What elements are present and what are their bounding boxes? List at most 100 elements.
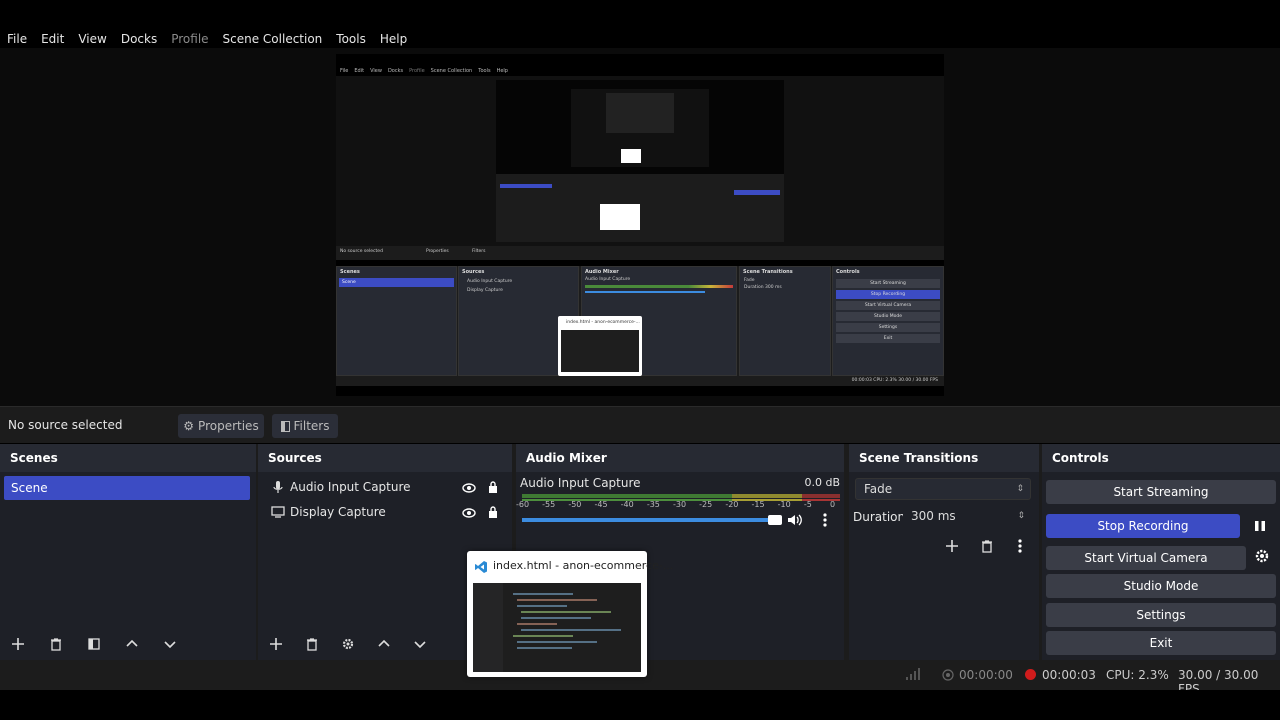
nested-menubar: File Edit View Docks Profile Scene Colle… [336, 68, 944, 76]
mixer-tick-label: -15 [751, 500, 765, 509]
updown-icon: ⇕ [1016, 484, 1024, 494]
nested-exit: Exit [836, 334, 940, 343]
preview-canvas[interactable]: File Edit View Docks Profile Scene Colle… [336, 54, 944, 396]
source-label: Display Capture [290, 505, 386, 519]
start-virtual-camera-button[interactable]: Start Virtual Camera [1046, 546, 1246, 570]
mixer-level: 0.0 dB [804, 476, 840, 489]
duration-field[interactable]: 300 ms ⇕ [903, 506, 1031, 528]
chevron-up-icon[interactable] [374, 634, 394, 654]
nested-transitions-dock: Scene Transitions Fade Duration 300 ms [739, 266, 831, 376]
chevron-down-icon[interactable] [160, 634, 180, 654]
scene-transitions-body: Fade ⇕ Duration 300 ms ⇕ [849, 472, 1039, 660]
filters-label: Filters [293, 419, 330, 433]
nested-scenes-dock: Scenes Scene [336, 266, 457, 376]
thumb-sidebar [473, 583, 503, 672]
nested-inner-scene [500, 184, 552, 188]
mixer-tick-label: -50 [568, 500, 582, 509]
kebab-menu-icon[interactable] [822, 512, 828, 532]
source-item[interactable]: Audio Input Capture [268, 476, 411, 498]
menu-file[interactable]: File [0, 31, 34, 48]
add-icon[interactable] [8, 634, 28, 654]
scenes-list: Scene [0, 472, 256, 660]
eye-icon[interactable] [462, 503, 476, 522]
nested-mixer-meter [585, 285, 733, 288]
pause-recording-button[interactable] [1250, 514, 1270, 538]
menu-view[interactable]: View [71, 31, 113, 48]
nested-no-source: No source selected [340, 249, 383, 254]
settings-button[interactable]: Settings [1046, 603, 1276, 627]
nested-mixer-slider [585, 291, 705, 293]
monitor-icon [268, 506, 288, 518]
volume-slider[interactable] [522, 518, 782, 522]
chevron-up-icon[interactable] [122, 634, 142, 654]
duration-label: Duration [853, 510, 906, 524]
menu-tools[interactable]: Tools [329, 31, 373, 48]
trash-icon[interactable] [46, 634, 66, 654]
virtual-camera-settings-gear-icon[interactable] [1254, 548, 1270, 568]
nested-inner2-thumb [621, 149, 641, 163]
mixer-tick-label: -25 [699, 500, 713, 509]
studio-mode-button[interactable]: Studio Mode [1046, 574, 1276, 598]
nested-fade: Fade [744, 278, 755, 283]
menu-help[interactable]: Help [373, 31, 414, 48]
filter-icon[interactable] [84, 634, 104, 654]
nested-menu-edit: Edit [354, 68, 365, 74]
scene-transitions-title: Scene Transitions [859, 451, 979, 465]
nested-inner-stop [734, 190, 780, 195]
nested-statusbar: 00:00:03 CPU: 2.3% 30.00 / 30.00 FPS [336, 376, 944, 386]
stop-recording-button[interactable]: Stop Recording [1046, 514, 1240, 538]
kebab-menu-icon[interactable] [1017, 538, 1023, 558]
scene-item[interactable]: Scene [4, 476, 250, 500]
duration-value: 300 ms [911, 509, 956, 523]
source-item[interactable]: Display Capture [268, 501, 386, 523]
trash-icon[interactable] [302, 634, 322, 654]
mixer-ticks: -60 -55 -50 -45 -40 -35 -30 -25 -20 -15 -10 -5 0 [516, 500, 842, 512]
nested-taskbar-thumb: index.html - anon-ecommerce-... [558, 316, 642, 376]
nested-menu-profile: Profile [409, 68, 425, 74]
add-icon[interactable] [266, 634, 286, 654]
mixer-tick-label: -35 [646, 500, 660, 509]
menu-profile[interactable]: Profile [164, 31, 215, 48]
nested-inner-thumb [600, 204, 640, 230]
nested-duration-value: 300 ms [764, 285, 782, 290]
eye-icon[interactable] [462, 478, 476, 497]
mixer-tick-label: 0 [830, 500, 836, 509]
menu-docks[interactable]: Docks [114, 31, 164, 48]
source-1-actions [462, 476, 498, 498]
scenes-title: Scenes [10, 451, 58, 465]
properties-button[interactable]: ⚙ Properties [178, 414, 264, 438]
mixer-tick-label: -45 [594, 500, 608, 509]
nested-source-toolbar: No source selected Properties Filters [336, 246, 944, 260]
nested-stop-recording: Stop Recording [836, 290, 940, 299]
gear-icon[interactable] [338, 634, 358, 654]
nested-thumb-title: index.html - anon-ecommerce-... [566, 320, 640, 325]
audio-mixer-title: Audio Mixer [526, 451, 607, 465]
start-streaming-button[interactable]: Start Streaming [1046, 480, 1276, 504]
lock-icon[interactable] [488, 503, 498, 522]
lock-icon[interactable] [488, 478, 498, 497]
no-source-label: No source selected [8, 418, 123, 432]
add-icon[interactable] [945, 538, 959, 557]
chevron-down-icon[interactable] [410, 634, 430, 654]
mixer-tick-label: -55 [542, 500, 556, 509]
source-toolbar: No source selected ⚙ Properties Filters [0, 406, 1280, 443]
menu-edit[interactable]: Edit [34, 31, 71, 48]
nested-inner-docks [496, 174, 784, 242]
volume-slider-handle[interactable] [768, 515, 782, 525]
source-label: Audio Input Capture [290, 480, 411, 494]
trash-icon[interactable] [980, 538, 994, 557]
transition-select[interactable]: Fade ⇕ [855, 478, 1031, 500]
nested-preview-inner2 [571, 89, 709, 167]
nested-source-2: Display Capture [467, 288, 503, 293]
filters-button[interactable]: Filters [272, 414, 338, 438]
window-thumbnail[interactable]: index.html - anon-ecommerce-... [467, 551, 673, 677]
speaker-icon[interactable] [786, 512, 802, 532]
nested-controls-dock: Controls Start Streaming Stop Recording … [832, 266, 944, 376]
mixer-meter [522, 494, 840, 498]
spinner-icon[interactable]: ⇕ [1017, 506, 1025, 526]
sources-title: Sources [268, 451, 322, 465]
properties-label: Properties [198, 419, 259, 433]
exit-button[interactable]: Exit [1046, 631, 1276, 655]
mixer-tick-label: -5 [803, 500, 812, 509]
menu-scene-collection[interactable]: Scene Collection [216, 31, 330, 48]
